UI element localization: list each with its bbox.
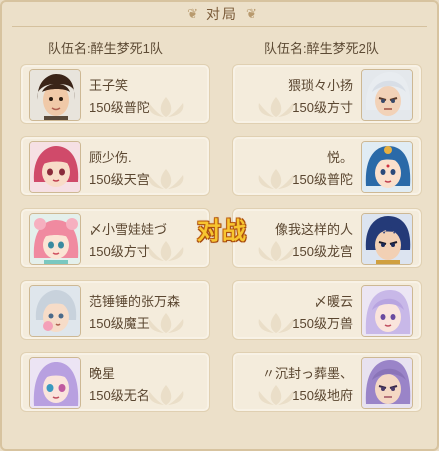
- lavender-hair-woman-avatar-icon: [362, 286, 412, 336]
- player-level-school: 150级方寸: [292, 100, 353, 115]
- player-card-left-4[interactable]: 范锤锤的张万森 150级魔王: [20, 280, 210, 340]
- avatar[interactable]: [361, 357, 413, 409]
- player-level-school: 150级万兽: [292, 316, 353, 331]
- player-level-school: 150级天宫: [89, 172, 150, 187]
- player-card-left-5[interactable]: 晚星 150级无名: [20, 352, 210, 412]
- avatar[interactable]: [361, 69, 413, 121]
- player-name: 〃沉封っ葬墨、: [261, 366, 353, 381]
- player-name: 〆小雪娃娃づ: [89, 222, 168, 237]
- player-name: 猥琐々小扬: [287, 78, 353, 93]
- player-level-school: 150级普陀: [292, 172, 353, 187]
- white-hair-warrior-avatar-icon: [362, 70, 412, 120]
- avatar[interactable]: [29, 141, 81, 193]
- player-card-left-3[interactable]: 〆小雪娃娃づ 150级方寸: [20, 208, 210, 268]
- male-hair-avatar-icon: [30, 70, 80, 120]
- player-name: 悦。: [326, 150, 353, 165]
- player-card-right-4[interactable]: 〆暖云 150级万兽: [232, 280, 422, 340]
- pink-flower-girl-avatar-icon: [30, 214, 80, 264]
- player-level-school: 150级普陀: [89, 100, 150, 115]
- player-name: 晚星: [89, 366, 116, 381]
- versus-label: 对战: [197, 217, 247, 245]
- title-tab: ❦ 对局 ❦: [172, 2, 272, 26]
- player-level-school: 150级地府: [292, 388, 353, 403]
- player-level-school: 150级魔王: [89, 316, 150, 331]
- avatar[interactable]: [361, 213, 413, 265]
- player-card-right-2[interactable]: 悦。 150级普陀: [232, 136, 422, 196]
- player-name: 像我这样的人: [274, 222, 353, 237]
- avatar[interactable]: [29, 357, 81, 409]
- player-card-right-3[interactable]: 像我这样的人 150级龙宫: [232, 208, 422, 268]
- title-divider: [12, 26, 427, 27]
- avatar[interactable]: [29, 213, 81, 265]
- player-card-right-5[interactable]: 〃沉封っ葬墨、 150级地府: [232, 352, 422, 412]
- avatar[interactable]: [29, 69, 81, 121]
- avatar[interactable]: [361, 285, 413, 337]
- silver-hair-boy-avatar-icon: [30, 286, 80, 336]
- panel-title: 对局: [206, 6, 238, 22]
- left-swirl-ornament-icon: ❦: [187, 6, 198, 21]
- team-left-name: 队伍名:醉生梦死1队: [48, 41, 163, 56]
- player-card-left-2[interactable]: 顾少伤. 150级天宫: [20, 136, 210, 196]
- player-card-right-1[interactable]: 猥琐々小扬 150级方寸: [232, 64, 422, 124]
- dark-blue-hair-man-avatar-icon: [362, 214, 412, 264]
- player-level-school: 150级龙宫: [292, 244, 353, 259]
- pink-hair-girl-avatar-icon: [30, 142, 80, 192]
- player-name: 〆暖云: [313, 294, 353, 309]
- team-right-name: 队伍名:醉生梦死2队: [264, 41, 379, 56]
- player-level-school: 150级无名: [89, 388, 150, 403]
- match-panel: ❦ 对局 ❦ 队伍名:醉生梦死1队 队伍名:醉生梦死2队 王子笑 150级普陀: [0, 0, 439, 451]
- blue-hair-woman-avatar-icon: [362, 142, 412, 192]
- player-name: 王子笑: [89, 78, 129, 93]
- avatar[interactable]: [361, 141, 413, 193]
- player-name: 顾少伤.: [89, 150, 132, 165]
- player-card-left-1[interactable]: 王子笑 150级普陀: [20, 64, 210, 124]
- purple-hair-man-avatar-icon: [362, 358, 412, 408]
- right-swirl-ornament-icon: ❦: [246, 6, 257, 21]
- purple-hair-girl-avatar-icon: [30, 358, 80, 408]
- player-level-school: 150级方寸: [89, 244, 150, 259]
- player-name: 范锤锤的张万森: [89, 294, 181, 309]
- avatar[interactable]: [29, 285, 81, 337]
